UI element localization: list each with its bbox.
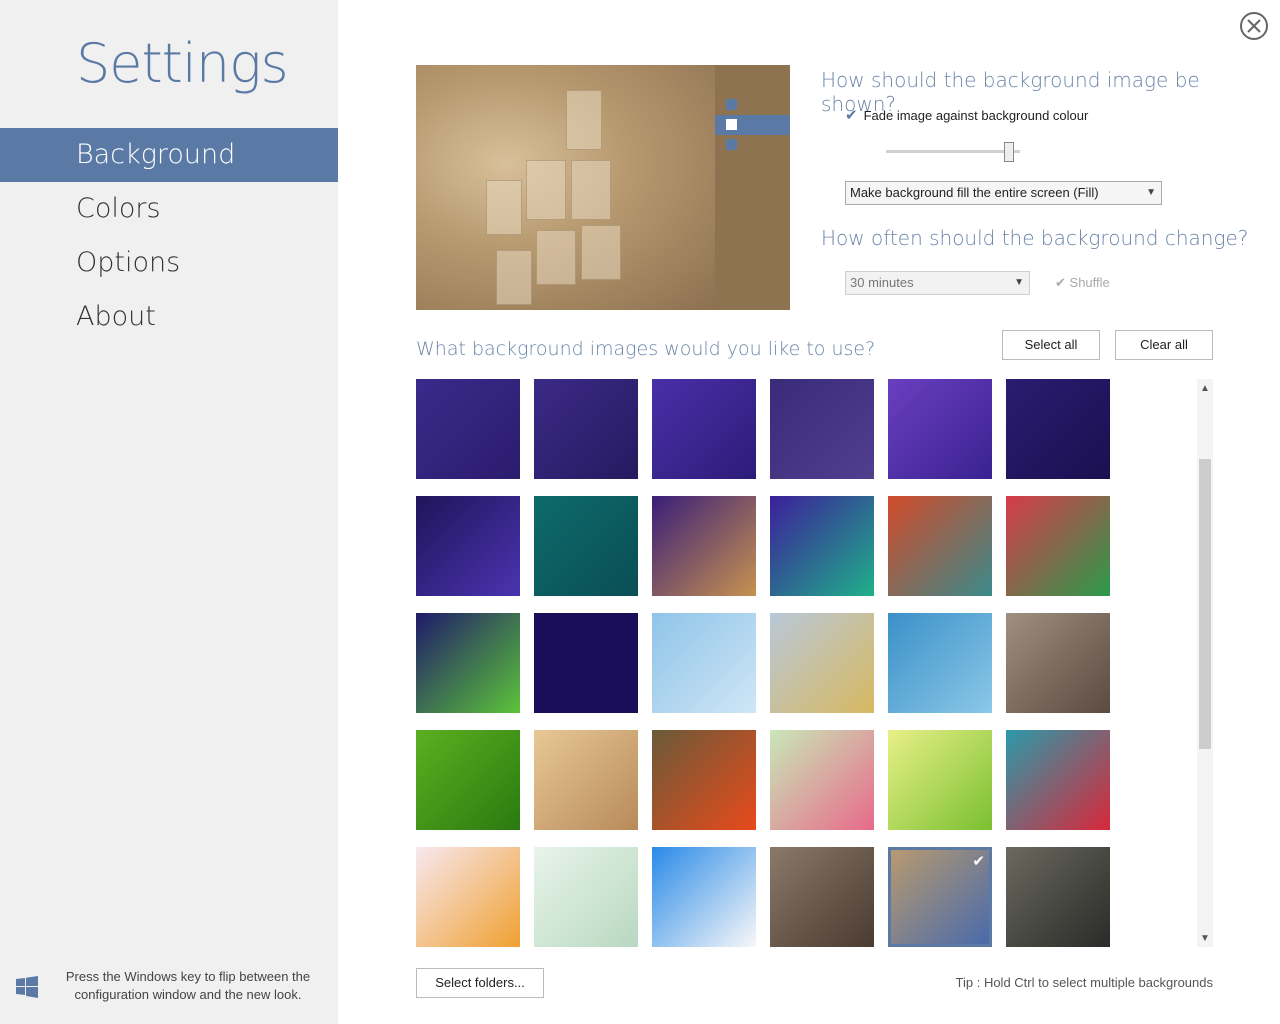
thumbnail-green-leaf[interactable] <box>888 730 992 830</box>
thumbnail-rainbow-landscape[interactable] <box>416 613 520 713</box>
thumbnail-red-flower[interactable] <box>1006 496 1110 596</box>
checkmark-icon: ✔ <box>1055 275 1066 290</box>
tip-text: Tip : Hold Ctrl to select multiple backg… <box>955 975 1213 990</box>
thumbnail-ice[interactable] <box>652 613 756 713</box>
windows-logo-icon <box>16 976 38 998</box>
scroll-up-icon[interactable]: ▲ <box>1197 381 1213 397</box>
chevron-down-icon: ▼ <box>1014 277 1024 288</box>
thumbnail-purple-guitar[interactable] <box>888 379 992 479</box>
checkmark-icon: ✔ <box>845 107 858 124</box>
preview-tile <box>526 160 566 220</box>
app-title: Settings <box>76 32 289 95</box>
thumbnail-purple-giraffe[interactable] <box>652 496 756 596</box>
thumbnail-purple-wave[interactable] <box>770 496 874 596</box>
fade-checkbox[interactable]: ✔ Fade image against background colour <box>845 106 1088 124</box>
shuffle-label: Shuffle <box>1069 275 1110 290</box>
sidebar-item-about[interactable]: About <box>0 290 338 344</box>
select-folders-button[interactable]: Select folders... <box>416 968 544 998</box>
background-preview <box>416 65 790 310</box>
thumbnail-purple-chameleon[interactable] <box>416 379 520 479</box>
thumbnail-night-sky[interactable] <box>416 496 520 596</box>
selected-check-icon: ✔ <box>972 853 985 870</box>
fill-mode-value: Make background fill the entire screen (… <box>850 185 1099 200</box>
thumbnail-stone-urn[interactable] <box>1006 847 1110 947</box>
preview-dot <box>726 119 737 130</box>
thumbnail-pink-flower[interactable] <box>770 730 874 830</box>
close-button[interactable] <box>1240 12 1268 40</box>
windows-key-hint: Press the Windows key to flip between th… <box>16 968 326 1004</box>
thumbnail-grid: ✔ <box>416 379 1196 947</box>
thumbnail-purple-gears[interactable] <box>770 379 874 479</box>
thumbnail-coast[interactable] <box>888 613 992 713</box>
fade-slider[interactable] <box>886 142 1020 162</box>
shuffle-checkbox[interactable]: ✔ Shuffle <box>1055 275 1110 291</box>
preview-dot <box>726 99 737 110</box>
thumbnail-orange-petals[interactable] <box>416 847 520 947</box>
thumbnail-desert-dune[interactable] <box>534 730 638 830</box>
close-icon <box>1247 19 1261 33</box>
interval-value: 30 minutes <box>850 275 914 290</box>
sidebar-item-background[interactable]: Background <box>0 128 338 182</box>
slider-thumb[interactable] <box>1004 142 1014 162</box>
preview-tile <box>571 160 611 220</box>
thumbnail-purple-prism[interactable] <box>652 379 756 479</box>
sidebar-item-colors[interactable]: Colors <box>0 182 338 236</box>
frequency-question: How often should the background change? <box>821 226 1249 250</box>
grid-scrollbar[interactable]: ▲ ▼ <box>1197 379 1213 947</box>
chevron-down-icon: ▼ <box>1146 187 1156 198</box>
preview-tile <box>536 230 576 285</box>
thumbnail-mosaic-vase[interactable]: ✔ <box>888 847 992 947</box>
hint-text: Press the Windows key to flip between th… <box>65 969 311 1002</box>
thumbnail-daisy[interactable] <box>652 847 756 947</box>
preview-tile <box>581 225 621 280</box>
fade-label: Fade image against background colour <box>863 108 1089 123</box>
preview-tile <box>566 90 602 150</box>
thumbnail-rock-shore[interactable] <box>1006 613 1110 713</box>
fill-mode-select[interactable]: Make background fill the entire screen (… <box>845 181 1162 205</box>
thumbnail-teal-circles[interactable] <box>534 496 638 596</box>
thumbnail-orange-pattern[interactable] <box>888 496 992 596</box>
sidebar: Settings Background Colors Options About… <box>0 0 338 1024</box>
preview-dot <box>726 139 737 150</box>
thumbnail-pale-green[interactable] <box>534 847 638 947</box>
clear-all-button[interactable]: Clear all <box>1115 330 1213 360</box>
preview-tile <box>496 250 532 305</box>
scroll-down-icon[interactable]: ▼ <box>1197 931 1213 947</box>
thumbnail-green-field[interactable] <box>416 730 520 830</box>
thumbnail-red-bloom[interactable] <box>1006 730 1110 830</box>
select-all-button[interactable]: Select all <box>1002 330 1100 360</box>
interval-select[interactable]: 30 minutes ▼ <box>845 271 1030 295</box>
scrollbar-thumb[interactable] <box>1199 459 1211 749</box>
thumbnail-purple-camera[interactable] <box>534 379 638 479</box>
thumbnail-cracked-earth[interactable] <box>770 847 874 947</box>
preview-tile <box>486 180 522 235</box>
thumbnail-red-tulip[interactable] <box>652 730 756 830</box>
images-question: What background images would you like to… <box>416 338 876 360</box>
sidebar-item-options[interactable]: Options <box>0 236 338 290</box>
thumbnail-purple-drop[interactable] <box>1006 379 1110 479</box>
thumbnail-hills[interactable] <box>770 613 874 713</box>
thumbnail-dark-purple[interactable] <box>534 613 638 713</box>
slider-track <box>886 150 1020 153</box>
